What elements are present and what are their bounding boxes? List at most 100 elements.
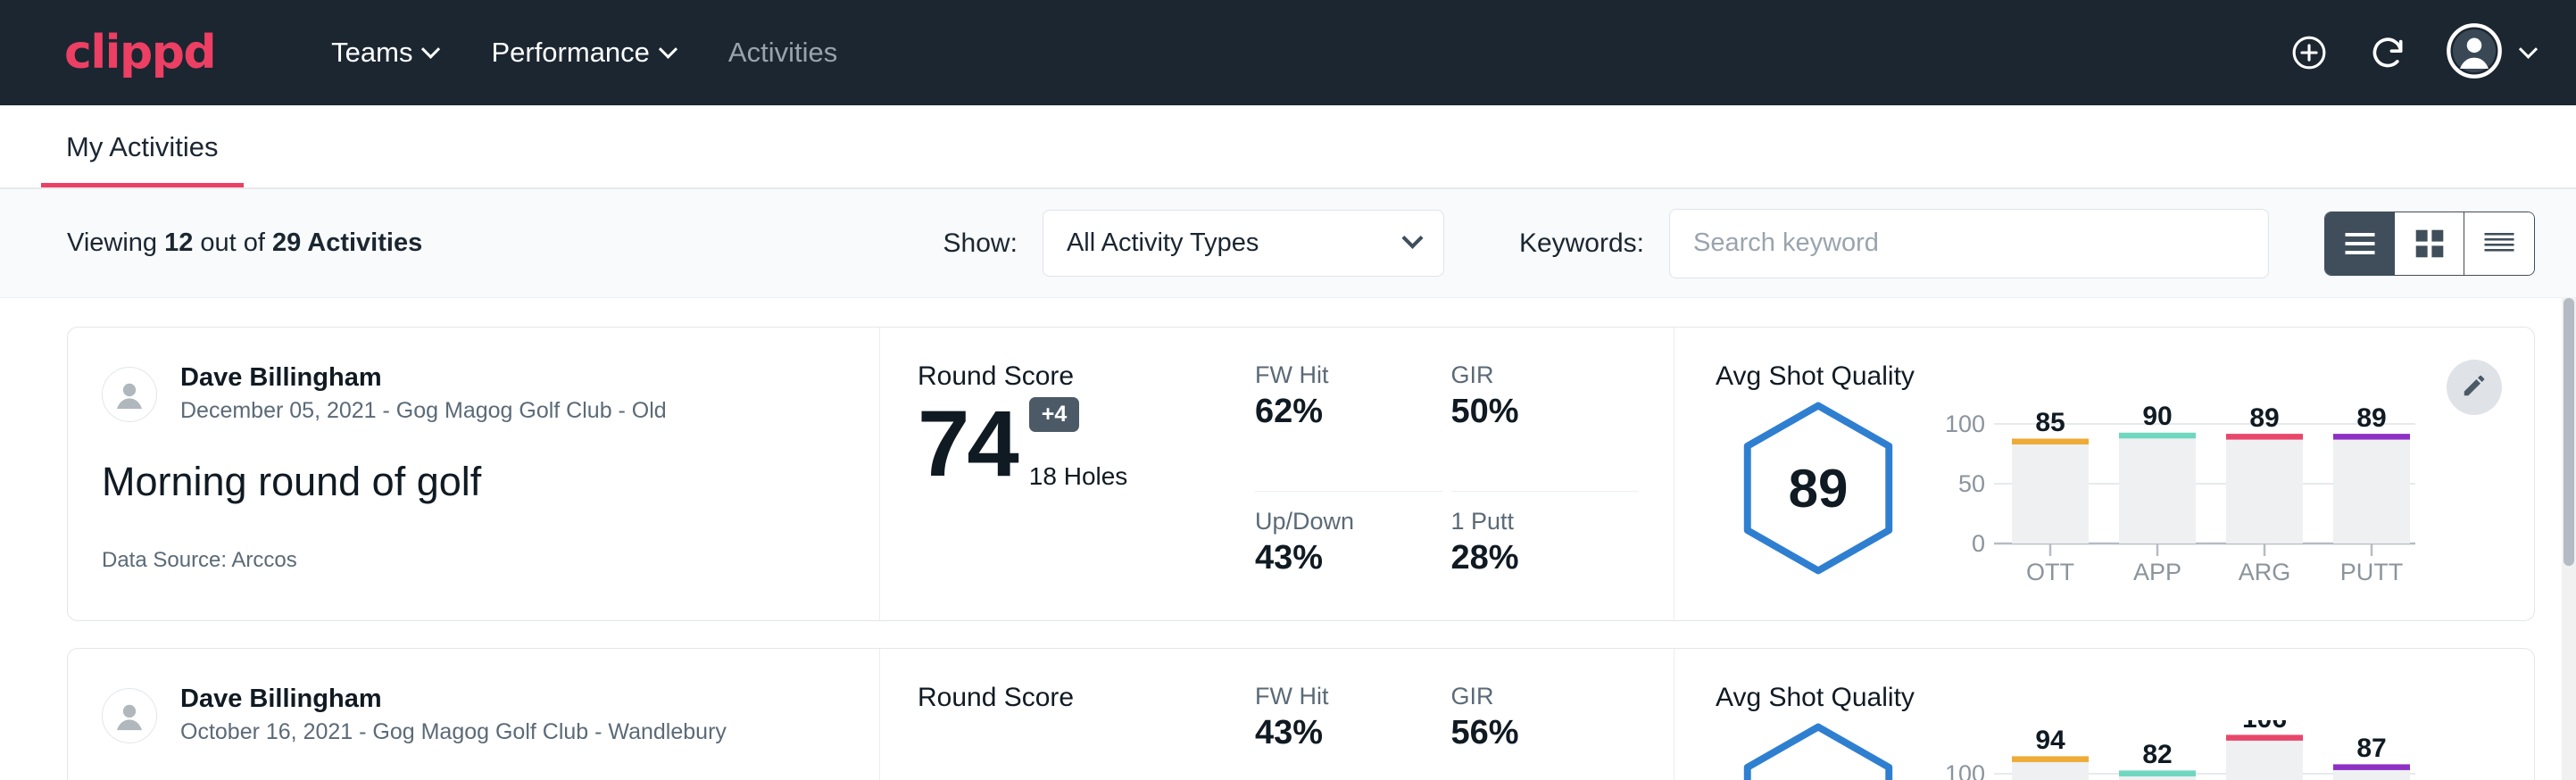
nav-item-performance[interactable]: Performance	[464, 26, 701, 79]
search-input[interactable]	[1669, 209, 2269, 278]
round-score-block: Round Score	[880, 649, 1255, 780]
activity-identity: Dave Billingham December 05, 2021 - Gog …	[68, 328, 880, 620]
bar-label-ott: 85	[2035, 408, 2065, 437]
round-score-block: Round Score 74 +4 18 Holes	[880, 328, 1255, 620]
stat-fw-hit-value: 43%	[1255, 714, 1423, 752]
bar-cap-ott	[2012, 439, 2089, 445]
chevron-down-icon	[659, 39, 677, 58]
round-score-value: 74	[918, 397, 1017, 491]
nav-actions	[2289, 23, 2535, 83]
grid-view-button[interactable]	[2395, 212, 2464, 275]
list-view-button[interactable]	[2325, 212, 2395, 275]
stat-up-down-value: 43%	[1255, 539, 1423, 577]
round-score-row: 74 +4 18 Holes	[918, 397, 1255, 491]
nav-item-performance-label: Performance	[491, 37, 649, 69]
page-scrollbar[interactable]	[2562, 298, 2576, 780]
stat-fw-hit-label: FW Hit	[1255, 361, 1423, 389]
bar-putt	[2333, 437, 2410, 544]
ytick-100: 100	[1945, 411, 1985, 437]
xtick-ott: OTT	[2026, 559, 2074, 585]
stat-fw-hit: FW Hit 43%	[1255, 683, 1442, 780]
ytick-0: 0	[1972, 530, 1985, 557]
clippd-logo[interactable]: clippd	[64, 26, 215, 79]
bar-cap-putt	[2333, 434, 2410, 440]
xtick-arg: ARG	[2239, 559, 2291, 585]
keywords-label: Keywords:	[1519, 228, 1644, 259]
bar-label-putt: 87	[2356, 734, 2386, 763]
avatar	[102, 367, 157, 422]
chevron-down-icon	[1401, 228, 1423, 249]
filter-toolbar: Viewing 12 out of 29 Activities Show: Al…	[0, 189, 2576, 298]
shot-quality-bar-chart: 100 50 0 85 90	[1921, 399, 2534, 586]
pencil-icon	[2461, 372, 2488, 403]
avg-shot-quality-block: Avg Shot Quality 100 94	[1674, 649, 2534, 780]
bar-cap-app	[2119, 770, 2196, 776]
account-menu[interactable]	[2447, 23, 2535, 83]
round-score-label: Round Score	[918, 683, 1255, 713]
activities-list: Dave Billingham December 05, 2021 - Gog …	[0, 298, 2576, 780]
tab-my-activities[interactable]: My Activities	[41, 131, 244, 187]
nav-item-activities[interactable]: Activities	[702, 26, 864, 79]
bar-chart-svg: 100 50 0 85 90	[1933, 399, 2415, 586]
avg-shot-quality-body: 100 94 82 106 87	[1716, 720, 2534, 780]
add-circle-icon[interactable]	[2289, 33, 2329, 72]
nav-item-activities-label: Activities	[728, 37, 837, 69]
avg-shot-quality-block: Avg Shot Quality 89 100	[1674, 328, 2534, 620]
view-mode-toggle	[2324, 212, 2535, 276]
bar-cap-arg	[2226, 434, 2303, 440]
bar-ott	[2012, 759, 2089, 780]
stat-up-down: Up/Down 43%	[1255, 508, 1442, 621]
viewing-total: 29 Activities	[272, 228, 422, 257]
bar-arg	[2226, 738, 2303, 780]
ytick-100: 100	[1945, 760, 1985, 780]
xtick-app: APP	[2133, 559, 2181, 585]
shot-quality-hexagon: 89	[1716, 399, 1921, 577]
stat-one-putt: 1 Putt 28%	[1451, 508, 1639, 621]
bar-label-ott: 94	[2035, 726, 2065, 755]
activity-card[interactable]: Dave Billingham October 16, 2021 - Gog M…	[67, 648, 2535, 780]
bar-label-app: 82	[2142, 740, 2172, 769]
stat-gir-label: GIR	[1451, 683, 1619, 710]
scrollbar-thumb[interactable]	[2564, 298, 2574, 566]
bar-label-putt: 89	[2356, 403, 2386, 433]
bar-cap-arg	[2226, 734, 2303, 741]
bar-app	[2119, 436, 2196, 544]
ytick-50: 50	[1958, 470, 1985, 497]
stat-gir: GIR 56%	[1451, 683, 1639, 780]
viewing-mid: out of	[193, 228, 272, 257]
activity-card[interactable]: Dave Billingham December 05, 2021 - Gog …	[67, 327, 2535, 621]
account-avatar-icon	[2447, 23, 2502, 83]
bar-cap-putt	[2333, 764, 2410, 770]
shot-quality-hexagon	[1716, 720, 1921, 780]
edit-activity-button[interactable]	[2447, 360, 2502, 415]
stat-gir-label: GIR	[1451, 361, 1619, 389]
stat-one-putt-value: 28%	[1451, 539, 1619, 577]
top-navbar: clippd Teams Performance Activities	[0, 0, 2576, 105]
avatar	[102, 688, 157, 743]
nav-item-teams[interactable]: Teams	[304, 26, 464, 79]
activity-title: Morning round of golf	[102, 459, 879, 505]
compact-view-button[interactable]	[2464, 212, 2534, 275]
bar-ott	[2012, 442, 2089, 544]
activity-type-select-value: All Activity Types	[1067, 228, 1259, 258]
viewing-count: 12	[164, 228, 193, 257]
activity-user-row: Dave Billingham October 16, 2021 - Gog M…	[102, 683, 879, 748]
stat-fw-hit-label: FW Hit	[1255, 683, 1423, 710]
activity-user-row: Dave Billingham December 05, 2021 - Gog …	[102, 361, 879, 427]
bar-cap-app	[2119, 433, 2196, 439]
activity-meta: October 16, 2021 - Gog Magog Golf Club -…	[180, 718, 727, 748]
viewing-count-text: Viewing 12 out of 29 Activities	[67, 228, 422, 258]
activity-stats-grid: FW Hit 43% GIR 56%	[1255, 649, 1674, 780]
chevron-down-icon	[421, 39, 440, 58]
activity-user-name: Dave Billingham	[180, 361, 667, 394]
bar-chart-svg: 100 94 82 106 87	[1933, 720, 2415, 780]
viewing-prefix: Viewing	[67, 228, 164, 257]
activity-type-select[interactable]: All Activity Types	[1043, 210, 1444, 277]
bar-cap-ott	[2012, 756, 2089, 762]
refresh-icon[interactable]	[2368, 33, 2407, 72]
avg-shot-quality-value: 89	[1716, 399, 1921, 577]
activity-data-source: Data Source: Arccos	[102, 548, 879, 573]
activity-user-name: Dave Billingham	[180, 683, 727, 715]
bar-label-app: 90	[2142, 402, 2172, 431]
stat-fw-hit: FW Hit 62%	[1255, 361, 1442, 492]
